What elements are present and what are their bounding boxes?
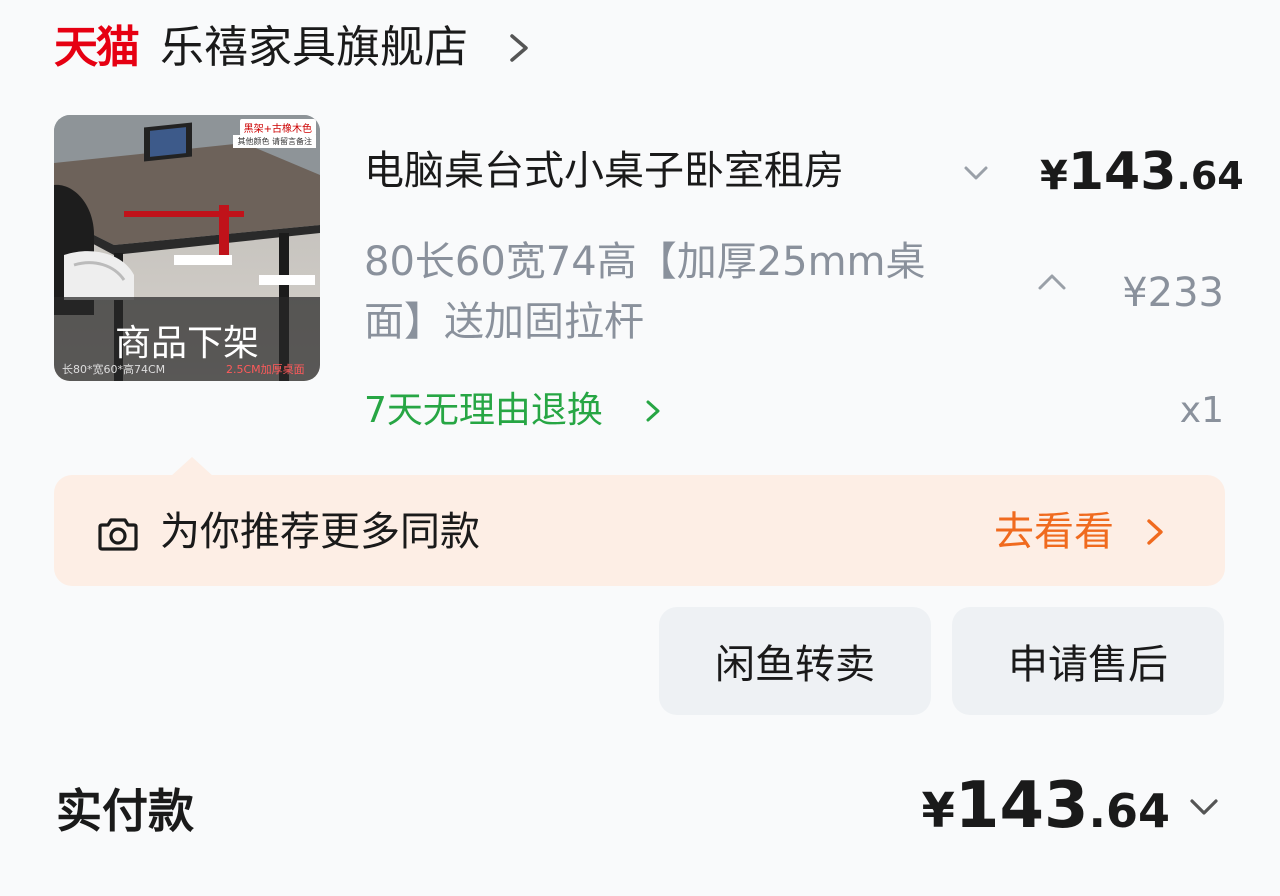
recommend-pointer xyxy=(170,457,214,477)
tmall-logo: 天猫 xyxy=(54,22,140,73)
delisted-label: 商品下架 xyxy=(114,323,259,364)
product-spec: 80长60宽74高【加厚25mm桌面】送加固拉杆 xyxy=(364,239,926,345)
image-size-caption: 长80*宽60*高74CM xyxy=(62,363,166,376)
after-sale-button[interactable]: 申请售后 xyxy=(952,607,1224,715)
original-price: ¥233 xyxy=(1122,270,1224,316)
chevron-right-icon[interactable] xyxy=(500,26,540,70)
xianyu-resell-button[interactable]: 闲鱼转卖 xyxy=(659,607,931,715)
chevron-right-icon[interactable] xyxy=(640,396,668,426)
chevron-down-icon[interactable] xyxy=(1184,790,1224,824)
product-price: ¥143.64 xyxy=(1040,142,1244,202)
quantity: x1 xyxy=(1179,390,1224,431)
go-see-link[interactable]: 去看看 xyxy=(994,505,1114,559)
total-paid-amount: ¥143.64 xyxy=(921,769,1171,843)
camera-icon xyxy=(98,518,138,551)
recommend-label: 为你推荐更多同款 xyxy=(160,509,480,555)
chevron-down-icon[interactable] xyxy=(958,158,994,190)
product-image[interactable]: 黑架+古橡木色 其他颜色 请留言备注 商品下架 长80*宽60*高74CM 2.… xyxy=(54,115,320,381)
total-paid-label: 实付款 xyxy=(56,784,194,838)
image-thickness-caption: 2.5CM加厚桌面 xyxy=(226,363,305,376)
product-title[interactable]: 电脑桌台式小桌子卧室租房 xyxy=(364,145,934,197)
chevron-right-icon[interactable] xyxy=(1140,514,1170,550)
chevron-up-icon[interactable] xyxy=(1032,268,1072,298)
image-color-subtag: 其他颜色 请留言备注 xyxy=(233,135,316,148)
image-color-tag: 黑架+古橡木色 xyxy=(239,119,316,136)
store-name[interactable]: 乐禧家具旗舰店 xyxy=(160,20,468,76)
return-policy-link[interactable]: 7天无理由退换 xyxy=(364,386,603,436)
